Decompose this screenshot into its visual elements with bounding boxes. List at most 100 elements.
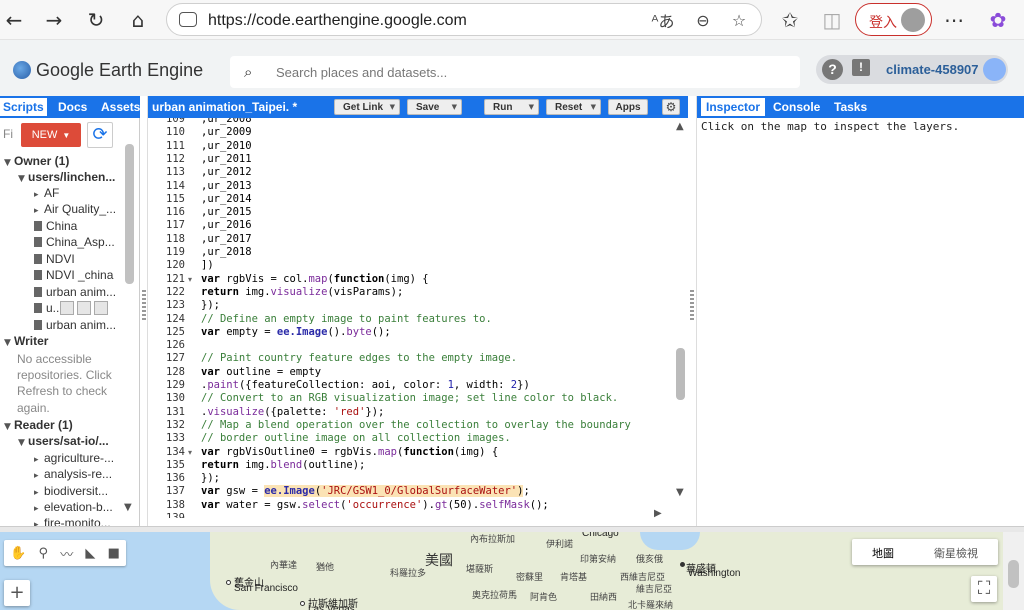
signin-button[interactable]: 登入 xyxy=(855,3,932,36)
code-line[interactable]: 128 var outline = empty xyxy=(148,366,673,379)
code-line[interactable]: 132 // Map a blend operation over the col… xyxy=(148,419,673,432)
zoom-in-icon[interactable]: + xyxy=(4,580,30,606)
project-name[interactable]: climate-458907 xyxy=(886,62,979,77)
code-line[interactable]: 116 ,ur_2015 xyxy=(148,206,673,219)
code-line[interactable]: 118 ,ur_2017 xyxy=(148,233,673,246)
tab-scripts[interactable]: Scripts xyxy=(0,98,47,116)
code-line[interactable]: 119 ,ur_2018 xyxy=(148,246,673,259)
tree-folder-item[interactable]: ▸ agriculture-... xyxy=(34,451,114,465)
expand-right-icon[interactable]: ▸ xyxy=(34,504,44,514)
expand-right-icon[interactable]: ▸ xyxy=(34,488,44,498)
code-line[interactable]: 134 ▾ var rgbVisOutline0 = rgbVis.map(func… xyxy=(148,446,673,459)
code-line[interactable]: 125 var empty = ee.Image().byte(); xyxy=(148,326,673,339)
dropdown-icon[interactable]: ▼ xyxy=(529,103,534,111)
code-line[interactable]: 110 ,ur_2009 xyxy=(148,126,673,139)
edit-icon[interactable] xyxy=(77,301,91,315)
code-line[interactable]: 130 // Convert to an RGB visualization im… xyxy=(148,392,673,405)
expand-right-icon[interactable]: ▸ xyxy=(34,455,44,465)
more-menu-icon[interactable]: ⋯ xyxy=(940,6,968,34)
code-line[interactable]: 120]) xyxy=(148,259,673,272)
code-line[interactable]: 131 .visualize({palette: 'red'}); xyxy=(148,406,673,419)
dropdown-icon[interactable]: ▼ xyxy=(390,103,395,111)
script-file-item[interactable]: urban anim... xyxy=(34,318,116,332)
help-icon[interactable]: ? xyxy=(822,59,843,80)
reload-icon[interactable]: ↻ xyxy=(82,6,110,34)
search-box[interactable]: ⌕ Search places and datasets... xyxy=(230,56,800,88)
code-line[interactable]: 135 return img.blend(outline); xyxy=(148,459,673,472)
feedback-icon[interactable]: ! xyxy=(852,59,870,76)
favorites-icon[interactable]: ✩ xyxy=(776,6,804,34)
forward-icon[interactable]: → xyxy=(40,6,68,34)
map-scrollbar[interactable] xyxy=(1003,532,1024,610)
tree-folder-item[interactable]: ▸ AF xyxy=(34,186,59,200)
code-line[interactable]: 117 ,ur_2016 xyxy=(148,219,673,232)
home-icon[interactable]: ⌂ xyxy=(124,6,152,34)
tree-folder-item[interactable]: ▸ Air Quality_... xyxy=(34,202,116,216)
expand-right-icon[interactable]: ▸ xyxy=(34,206,44,216)
code-line[interactable]: 123}); xyxy=(148,299,673,312)
code-line[interactable]: 121 ▾ var rgbVis = col.map(function(img) { xyxy=(148,273,673,286)
expand-down-icon[interactable]: ▼ xyxy=(4,422,14,432)
favorite-star-icon[interactable]: ☆ xyxy=(727,9,751,31)
draw-rectangle-icon[interactable]: ■ xyxy=(108,546,120,561)
dropdown-icon[interactable]: ▼ xyxy=(591,103,596,111)
tree-folder-item[interactable]: ▼ Writer xyxy=(4,334,48,348)
read-aloud-icon[interactable]: ᴬあ xyxy=(651,9,675,31)
code-area[interactable]: 109 ,ur_2008 110 ,ur_2009 111 ,ur_2010 112 ,ur_… xyxy=(148,118,678,518)
expand-right-icon[interactable]: ▸ xyxy=(34,190,44,200)
tab-tasks[interactable]: Tasks xyxy=(834,100,867,114)
tab-inspector[interactable]: Inspector xyxy=(701,98,766,116)
expand-down-icon[interactable]: ▼ xyxy=(4,158,14,168)
delete-icon[interactable] xyxy=(94,301,108,315)
code-line[interactable]: 136}); xyxy=(148,472,673,485)
draw-shape-icon[interactable]: ◣ xyxy=(85,546,95,561)
tab-assets[interactable]: Assets xyxy=(101,100,140,114)
panel-splitter[interactable] xyxy=(690,290,694,320)
script-file-item[interactable]: NDVI _china xyxy=(34,268,113,282)
run-button[interactable]: Run ▼ xyxy=(484,99,539,115)
code-line[interactable]: 109 ,ur_2008 xyxy=(148,118,673,126)
expand-down-icon[interactable]: ▼ xyxy=(4,338,14,348)
dropdown-icon[interactable]: ▼ xyxy=(452,103,457,111)
scroll-down-icon[interactable]: ▼ xyxy=(124,502,132,513)
site-info-icon[interactable] xyxy=(179,12,197,27)
search-input[interactable]: Search places and datasets... xyxy=(276,65,447,80)
apps-button[interactable]: Apps xyxy=(608,99,648,115)
filter-input[interactable]: Fi xyxy=(3,127,18,143)
address-bar[interactable]: https://code.earthengine.google.com ᴬあ ⊖… xyxy=(166,3,762,36)
script-file-item[interactable]: NDVI xyxy=(34,252,75,266)
copilot-icon[interactable]: ✿ xyxy=(984,6,1012,34)
back-icon[interactable]: ← xyxy=(0,6,28,34)
fold-icon[interactable]: ▾ xyxy=(188,446,192,459)
code-line[interactable]: 122 return img.visualize(visParams); xyxy=(148,286,673,299)
expand-down-icon[interactable]: ▼ xyxy=(18,174,28,184)
code-line[interactable]: 129 .paint({featureCollection: aoi, color… xyxy=(148,379,673,392)
expand-down-icon[interactable]: ▼ xyxy=(18,438,28,448)
tree-folder-item[interactable]: ▸ elevation-b... xyxy=(34,500,113,514)
code-line[interactable]: 127 // Paint country feature edges to the… xyxy=(148,352,673,365)
scroll-up-icon[interactable]: ▲ xyxy=(676,121,684,132)
map-type-satellite-button[interactable]: 衛星檢視 xyxy=(934,545,978,561)
expand-right-icon[interactable]: ▸ xyxy=(34,471,44,481)
user-avatar[interactable] xyxy=(983,58,1006,81)
url-text[interactable]: https://code.earthengine.google.com xyxy=(208,12,467,30)
tree-folder-item[interactable]: ▸ analysis-re... xyxy=(34,467,112,481)
map-type-map-button[interactable]: 地圖 xyxy=(872,545,894,561)
rename-icon[interactable] xyxy=(60,301,74,315)
code-line[interactable]: 138 var water = gsw.select('occurrence').… xyxy=(148,499,673,512)
map-view[interactable]: 美國 Chicago Washington 舊金山 San Francisco 拉斯維加斯… xyxy=(0,532,1024,610)
project-selector[interactable]: ? ! climate-458907 xyxy=(816,55,1008,84)
fullscreen-icon[interactable]: ⛶ xyxy=(971,576,997,602)
code-line[interactable]: 137 var gsw = ee.Image('JRC/GSW1_0/Global… xyxy=(148,485,673,498)
scroll-right-icon[interactable]: ▶ xyxy=(654,508,662,519)
scroll-down-icon[interactable]: ▼ xyxy=(676,487,684,498)
editor-scrollbar[interactable] xyxy=(676,348,685,400)
draw-line-icon[interactable]: 〰 xyxy=(60,544,73,563)
tree-folder-item[interactable]: ▸ biodiversit... xyxy=(34,484,108,498)
tree-folder-item[interactable]: ▼ users/sat-io/... xyxy=(18,434,109,448)
collections-icon[interactable]: ◫ xyxy=(818,6,846,34)
scrollbar-thumb[interactable] xyxy=(1008,560,1019,588)
scrollbar[interactable] xyxy=(125,144,134,284)
gear-icon[interactable]: ⚙ xyxy=(662,99,680,115)
get-link-button[interactable]: Get Link ▼ xyxy=(334,99,400,115)
